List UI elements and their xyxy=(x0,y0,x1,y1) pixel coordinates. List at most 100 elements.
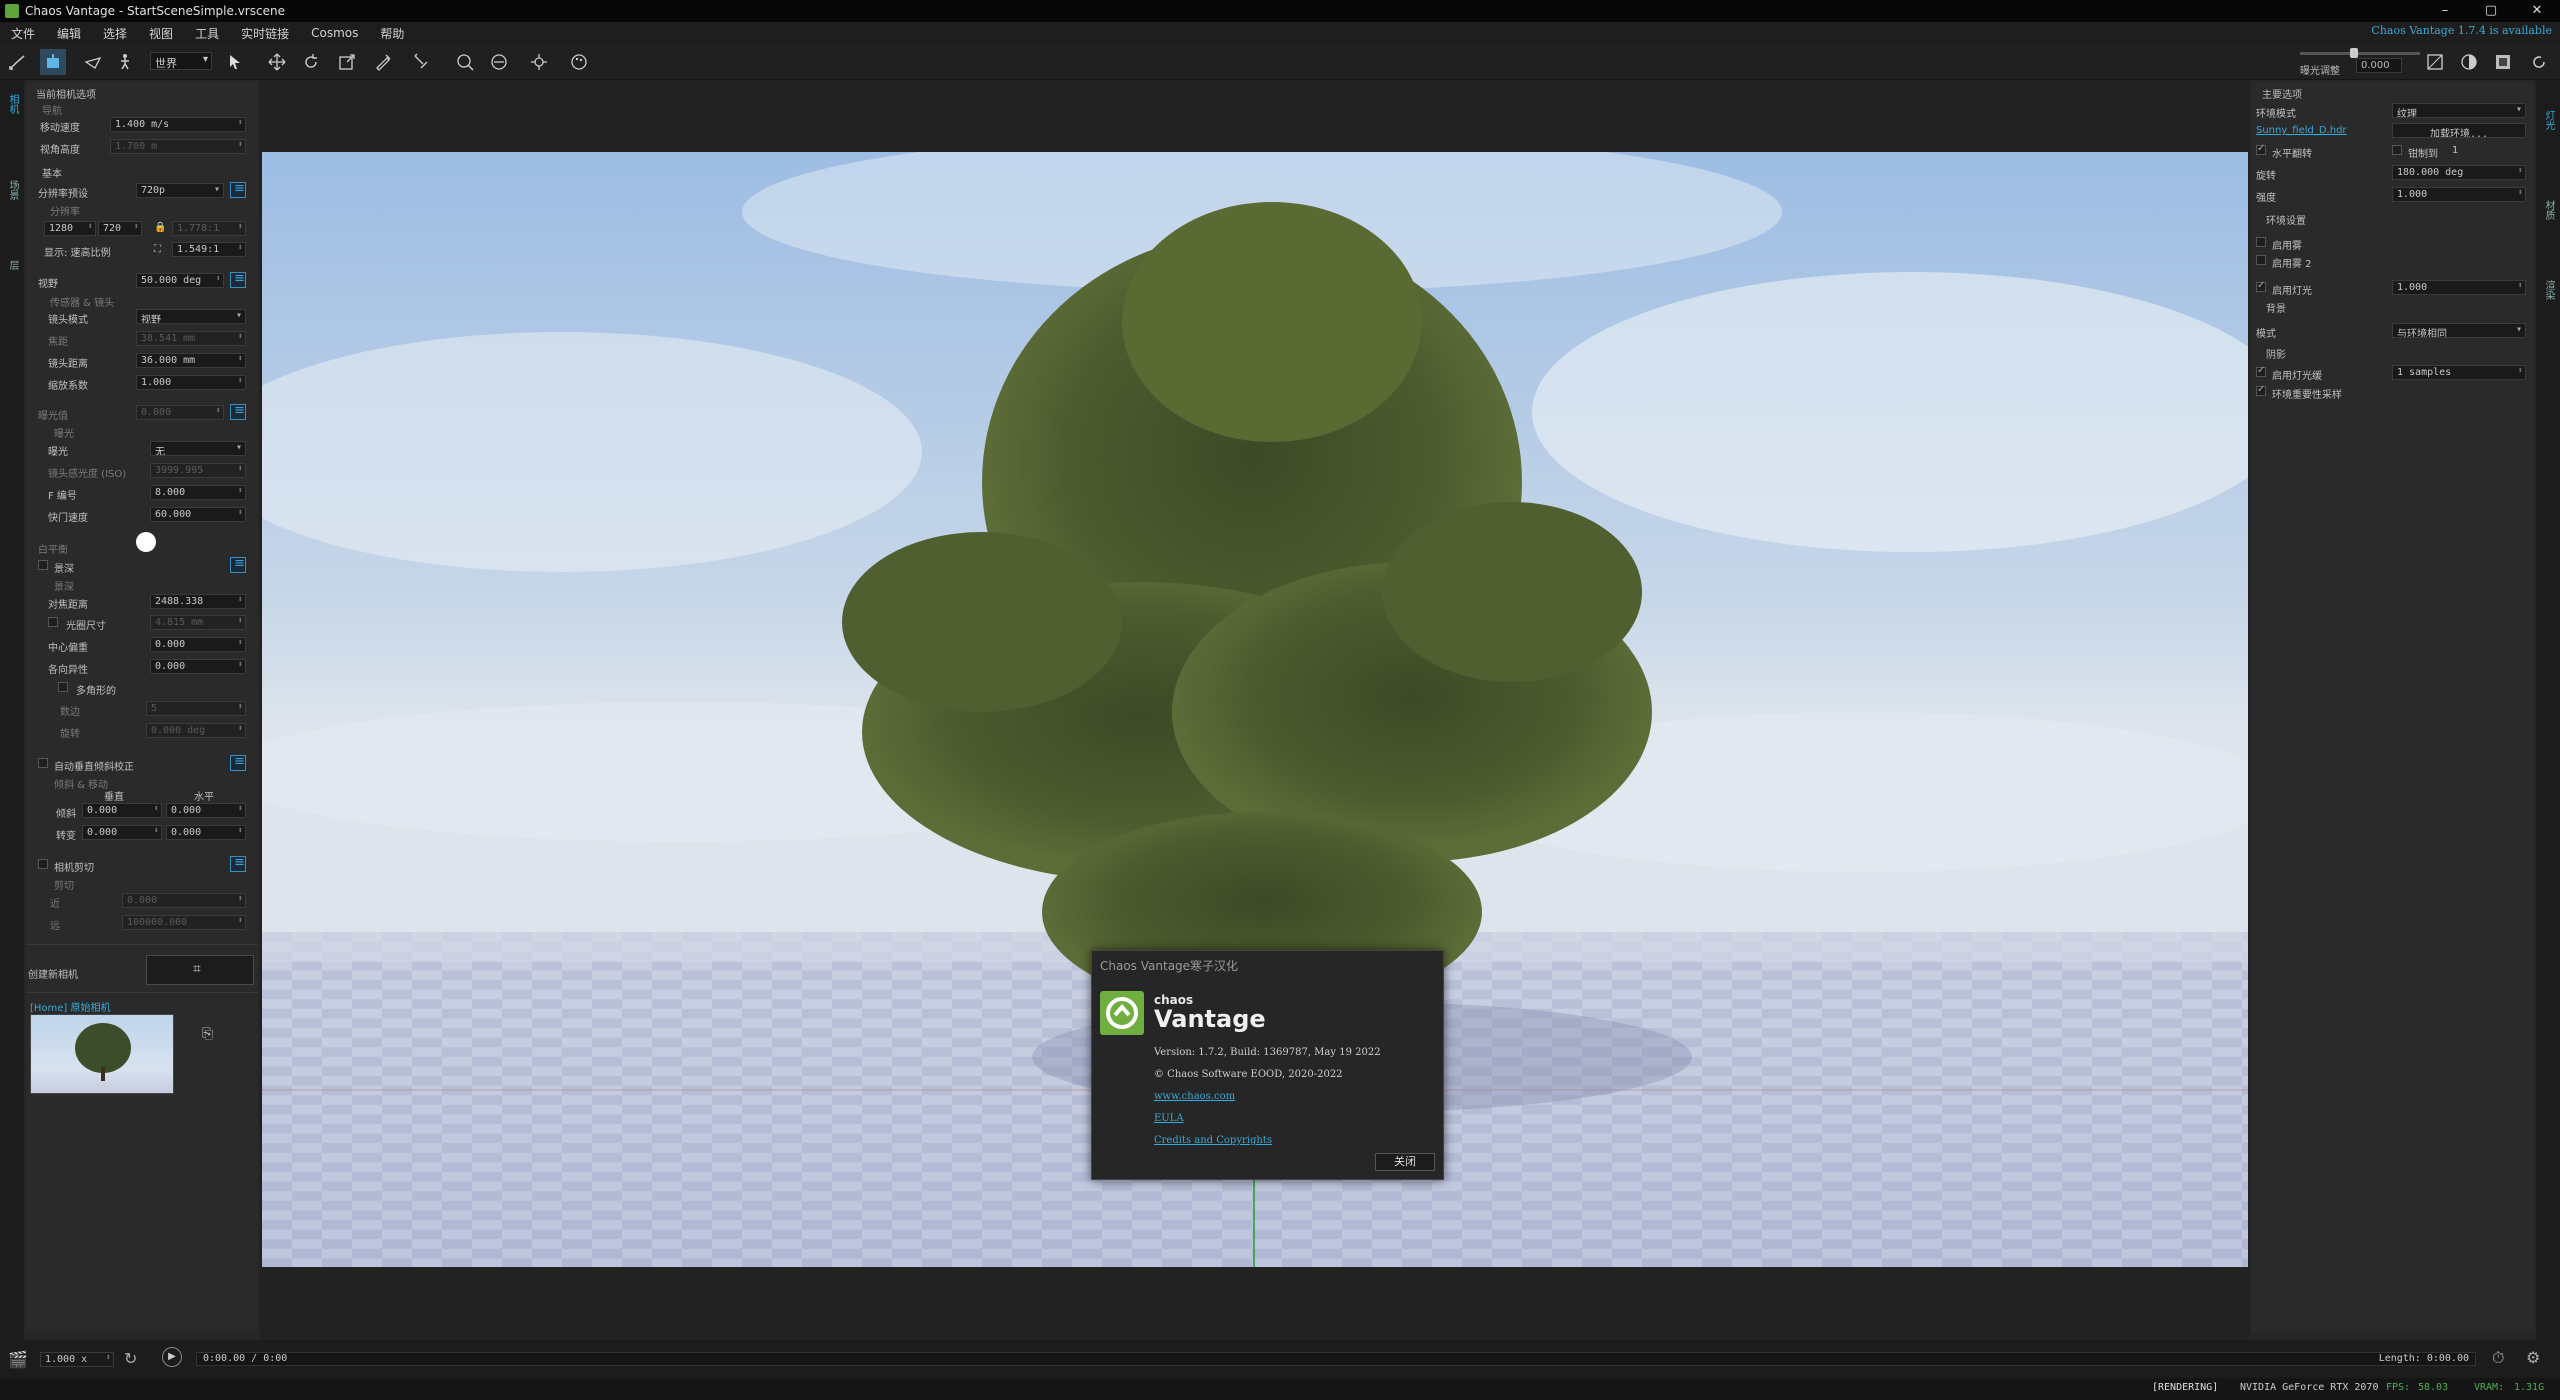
res-preset-list-icon[interactable] xyxy=(230,181,246,198)
walk-mode-icon[interactable] xyxy=(112,49,138,75)
loop-icon[interactable]: ↻ xyxy=(124,1349,137,1368)
iso-field[interactable]: 3999.995 xyxy=(150,463,246,478)
play-button[interactable]: ▶ xyxy=(162,1347,182,1367)
menu-cosmos[interactable]: Cosmos xyxy=(300,26,369,40)
camera-tool-icon[interactable] xyxy=(4,49,30,75)
clip-near-field[interactable]: 0.000 xyxy=(122,893,246,908)
exposure-value-input[interactable]: 0.000 xyxy=(136,405,224,420)
new-camera-button[interactable]: ⌗ xyxy=(146,955,254,985)
focal-field[interactable]: 38.541 mm xyxy=(136,331,246,346)
exposure-list-icon[interactable] xyxy=(230,403,246,420)
clipping-checkbox[interactable] xyxy=(38,859,48,869)
fly-mode-icon[interactable] xyxy=(80,49,106,75)
view-mode-select[interactable]: 世界 xyxy=(150,52,212,70)
about-close-button[interactable]: 关闭 xyxy=(1375,1153,1435,1171)
height-field[interactable]: 720 xyxy=(98,221,142,236)
focus-pick-icon[interactable] xyxy=(452,49,478,75)
sun-intensity-field[interactable]: 1.000 xyxy=(2392,280,2526,295)
aperture-field[interactable]: 4.815 mm xyxy=(150,615,246,630)
fog-checkbox[interactable] xyxy=(2256,237,2266,247)
light-cache-field[interactable]: 1 samples xyxy=(2392,365,2526,380)
tab-scene[interactable]: 场景 xyxy=(4,180,20,200)
exposure-slider[interactable] xyxy=(2300,52,2420,55)
hdr-file-link[interactable]: Sunny_field_D.hdr xyxy=(2256,125,2347,136)
move-tool-icon[interactable] xyxy=(264,49,290,75)
clip-far-field[interactable]: 100000.000 xyxy=(122,915,246,930)
contrast-icon[interactable] xyxy=(2456,49,2482,75)
lock-icon[interactable]: 🔒 xyxy=(154,222,166,233)
focus-distance-field[interactable]: 2488.338 xyxy=(150,594,246,609)
maximize-button[interactable]: ▢ xyxy=(2468,0,2514,22)
menu-live-link[interactable]: 实时链接 xyxy=(230,25,300,42)
fov-list-icon[interactable] xyxy=(230,271,246,288)
credits-link[interactable]: Credits and Copyrights xyxy=(1154,1135,1272,1146)
dof-checkbox[interactable] xyxy=(38,560,48,570)
keyframe-camera-icon[interactable]: ⏱ xyxy=(2492,1348,2504,1368)
tab-lights[interactable]: 灯光 xyxy=(2540,110,2556,130)
white-balance-swatch[interactable] xyxy=(136,532,156,552)
rotation-field[interactable]: 0.000 deg xyxy=(146,723,246,738)
display-ratio-field[interactable]: 1.549:1 xyxy=(172,242,246,257)
aperture-checkbox[interactable] xyxy=(48,617,58,627)
tab-render[interactable]: 渲染 xyxy=(2540,280,2556,300)
navigation-mode-icon[interactable] xyxy=(40,49,66,75)
sides-field[interactable]: 5 xyxy=(146,701,246,716)
vertical-tilt-checkbox[interactable] xyxy=(38,758,48,768)
exposure-value-field[interactable]: 0.000 xyxy=(2356,58,2402,73)
fit-icon[interactable]: ⛶ xyxy=(154,244,161,255)
view-height-field[interactable]: 1.700 m xyxy=(110,139,246,154)
menu-help[interactable]: 帮助 xyxy=(369,25,415,42)
load-env-button[interactable]: 加载环境... xyxy=(2392,123,2526,138)
env-intensity-field[interactable]: 1.000 xyxy=(2392,187,2526,202)
aspect-ratio-field[interactable]: 1.778:1 xyxy=(172,221,246,236)
clamp-checkbox[interactable] xyxy=(2392,145,2402,155)
material-picker-icon[interactable] xyxy=(370,49,396,75)
playback-speed-field[interactable]: 1.000 x xyxy=(40,1352,114,1367)
tilt-vertical-field[interactable]: 0.000 xyxy=(82,803,162,818)
center-bias-field[interactable]: 0.000 xyxy=(150,637,246,652)
tab-materials[interactable]: 材质 xyxy=(2540,200,2556,220)
update-notice-link[interactable]: Chaos Vantage 1.7.4 is available xyxy=(2371,24,2552,37)
width-field[interactable]: 1280 xyxy=(44,221,96,236)
rotate-tool-icon[interactable] xyxy=(298,49,324,75)
env-mode-select[interactable]: 纹理 xyxy=(2392,103,2526,118)
shift-vertical-field[interactable]: 0.000 xyxy=(82,825,162,840)
tilt-horizontal-field[interactable]: 0.000 xyxy=(166,803,246,818)
target-icon[interactable] xyxy=(526,49,552,75)
shutter-field[interactable]: 60.000 xyxy=(150,507,246,522)
shift-horizontal-field[interactable]: 0.000 xyxy=(166,825,246,840)
res-preset-select[interactable]: 720p xyxy=(136,183,224,198)
menu-file[interactable]: 文件 xyxy=(0,25,46,42)
exposure-mode-select[interactable]: 无 xyxy=(150,441,246,456)
menu-view[interactable]: 视图 xyxy=(138,25,184,42)
tab-layers[interactable]: 层 xyxy=(4,260,20,270)
vertical-tilt-list-icon[interactable] xyxy=(230,754,246,771)
zoom-field[interactable]: 1.000 xyxy=(136,375,246,390)
eula-link[interactable]: EULA xyxy=(1154,1113,1184,1124)
website-link[interactable]: www.chaos.com xyxy=(1154,1091,1235,1102)
select-tool-icon[interactable] xyxy=(222,49,248,75)
menu-edit[interactable]: 编辑 xyxy=(46,25,92,42)
minimize-button[interactable]: – xyxy=(2422,0,2468,22)
lens-mode-select[interactable]: 视野 xyxy=(136,309,246,324)
fnumber-field[interactable]: 8.000 xyxy=(150,485,246,500)
render-view-icon[interactable] xyxy=(2490,49,2516,75)
env-rotation-field[interactable]: 180.000 deg xyxy=(2392,165,2526,180)
snap-tool-icon[interactable] xyxy=(408,49,434,75)
image-adjust-icon[interactable] xyxy=(2422,49,2448,75)
menu-select[interactable]: 选择 xyxy=(92,25,138,42)
timeline-settings-icon[interactable]: ⚙ xyxy=(2526,1348,2540,1367)
anisotropy-field[interactable]: 0.000 xyxy=(150,659,246,674)
timeline-track[interactable]: 0:00.00 / 0:00 Length: 0:00.00 xyxy=(196,1352,2476,1366)
lens-distance-field[interactable]: 36.000 mm xyxy=(136,353,246,368)
clapper-icon[interactable]: 🎬 xyxy=(8,1350,28,1369)
close-button[interactable]: ✕ xyxy=(2514,0,2560,22)
fog2-checkbox[interactable] xyxy=(2256,255,2266,265)
polygonal-checkbox[interactable] xyxy=(58,682,68,692)
camera-list-title[interactable]: [Home] 原始相机 xyxy=(30,999,111,1014)
bg-mode-select[interactable]: 与环境相同 xyxy=(2392,323,2526,338)
light-cache-checkbox[interactable] xyxy=(2256,365,2266,377)
env-settings-header[interactable]: 环境设置 xyxy=(2266,212,2306,227)
move-speed-field[interactable]: 1.400 m/s xyxy=(110,117,246,132)
clamp-value[interactable]: 1 xyxy=(2452,145,2458,156)
